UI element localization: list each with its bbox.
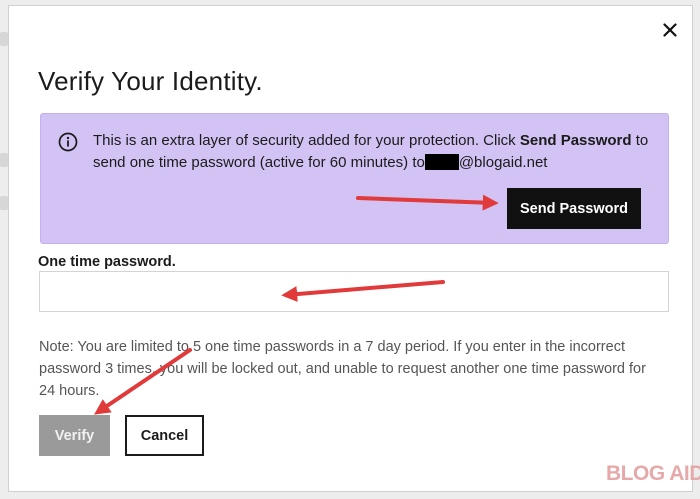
info-icon — [58, 132, 78, 152]
otp-label: One time password. — [38, 254, 176, 270]
close-icon — [663, 23, 677, 37]
background-element — [0, 196, 8, 210]
verify-button[interactable]: Verify — [39, 415, 110, 456]
close-button[interactable] — [658, 18, 682, 42]
background-element — [0, 32, 8, 46]
cancel-button[interactable]: Cancel — [125, 415, 204, 456]
background-element — [0, 153, 8, 167]
blog-aid-watermark: BLOG AID® — [606, 461, 700, 486]
watermark-text: BLOG AID — [606, 462, 700, 485]
redacted-email-user — [424, 154, 459, 170]
otp-input[interactable] — [39, 271, 669, 312]
limit-note: Note: You are limited to 5 one time pass… — [39, 339, 646, 399]
send-password-button[interactable]: Send Password — [507, 188, 641, 229]
info-panel: This is an extra layer of security added… — [40, 113, 669, 244]
info-text-bold: Send Password — [519, 132, 632, 149]
dialog-title: Verify Your Identity. — [38, 66, 263, 96]
info-message: This is an extra layer of security added… — [93, 130, 653, 174]
email-domain: @blogaid.net — [458, 154, 548, 171]
info-text-part: This is an extra layer of security added… — [93, 132, 520, 149]
verify-identity-dialog: Verify Your Identity. This is an extra l… — [8, 5, 700, 492]
